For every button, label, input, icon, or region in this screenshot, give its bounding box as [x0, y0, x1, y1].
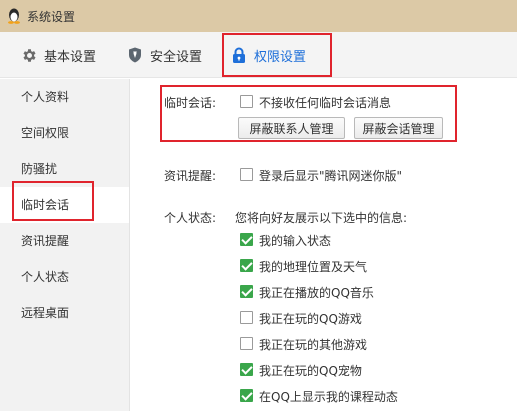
status-option-checkbox[interactable] — [240, 285, 253, 298]
status-option-label[interactable]: 我正在玩的QQ游戏 — [259, 310, 362, 327]
sidebar-item-label: 空间权限 — [21, 126, 70, 140]
status-option-label[interactable]: 我正在玩的QQ宠物 — [259, 362, 362, 379]
sidebar-item-label: 个人状态 — [21, 270, 70, 284]
sidebar-item-remote-desktop[interactable]: 远程桌面 — [0, 295, 129, 331]
settings-panel: 临时会话: 不接收任何临时会话消息 屏蔽联系人管理 屏蔽会话管理 资讯提醒: 登… — [131, 79, 517, 411]
tab-basic-settings-label: 基本设置 — [44, 49, 97, 65]
status-option-checkbox[interactable] — [240, 233, 253, 246]
sidebar-item-label: 资讯提醒 — [21, 234, 70, 248]
status-option-checkbox[interactable] — [240, 363, 253, 376]
status-option-label[interactable]: 我正在播放的QQ音乐 — [259, 284, 374, 301]
title-bar: 系统设置 — [0, 0, 517, 32]
tab-permission-settings-label: 权限设置 — [254, 49, 307, 65]
sidebar: 个人资料 空间权限 防骚扰 临时会话 资讯提醒 个人状态 远程桌面 — [0, 79, 130, 411]
status-option-label[interactable]: 我正在玩的其他游戏 — [259, 336, 367, 353]
sidebar-item-label: 临时会话 — [21, 198, 70, 212]
personal-status-intro: 您将向好友展示以下选中的信息: — [235, 211, 408, 225]
status-option-checkbox[interactable] — [240, 311, 253, 324]
reject-temp-session-label[interactable]: 不接收任何临时会话消息 — [259, 94, 391, 111]
status-option-checkbox[interactable] — [240, 389, 253, 402]
status-option-label[interactable]: 在QQ上显示我的课程动态 — [259, 388, 398, 405]
show-mini-news-label[interactable]: 登录后显示"腾讯网迷你版" — [259, 167, 402, 184]
temp-session-label: 临时会话: — [164, 96, 217, 110]
status-option-label[interactable]: 我的地理位置及天气 — [259, 258, 367, 275]
tab-bar: 基本设置 安全设置 权限设置 — [0, 32, 517, 78]
sidebar-item-news-reminder[interactable]: 资讯提醒 — [0, 223, 129, 259]
qq-penguin-icon — [8, 8, 20, 24]
window-title: 系统设置 — [27, 10, 76, 24]
tab-basic-settings[interactable]: 基本设置 — [20, 32, 96, 78]
status-option-checkbox[interactable] — [240, 259, 253, 272]
show-mini-news-checkbox[interactable] — [240, 168, 253, 181]
sidebar-item-space-permission[interactable]: 空间权限 — [0, 115, 129, 151]
status-option-label[interactable]: 我的输入状态 — [259, 232, 331, 249]
tab-security-settings-label: 安全设置 — [150, 49, 203, 65]
block-contacts-button[interactable]: 屏蔽联系人管理 — [238, 117, 345, 139]
sidebar-item-anti-harassment[interactable]: 防骚扰 — [0, 151, 129, 187]
sidebar-item-personal-status[interactable]: 个人状态 — [0, 259, 129, 295]
sidebar-item-label: 防骚扰 — [21, 162, 58, 176]
tab-permission-settings[interactable]: 权限设置 — [230, 32, 306, 78]
sidebar-item-temp-session[interactable]: 临时会话 — [0, 187, 129, 223]
tab-security-settings[interactable]: 安全设置 — [126, 32, 202, 78]
personal-status-label: 个人状态: — [164, 211, 217, 225]
sidebar-item-profile[interactable]: 个人资料 — [0, 79, 129, 115]
sidebar-item-label: 个人资料 — [21, 90, 70, 104]
shield-icon — [126, 46, 144, 64]
block-sessions-button[interactable]: 屏蔽会话管理 — [354, 117, 443, 139]
gear-icon — [20, 46, 38, 64]
reject-temp-session-checkbox[interactable] — [240, 95, 253, 108]
sidebar-item-label: 远程桌面 — [21, 306, 70, 320]
news-reminder-label: 资讯提醒: — [164, 169, 217, 183]
lock-icon — [230, 46, 248, 64]
status-option-checkbox[interactable] — [240, 337, 253, 350]
